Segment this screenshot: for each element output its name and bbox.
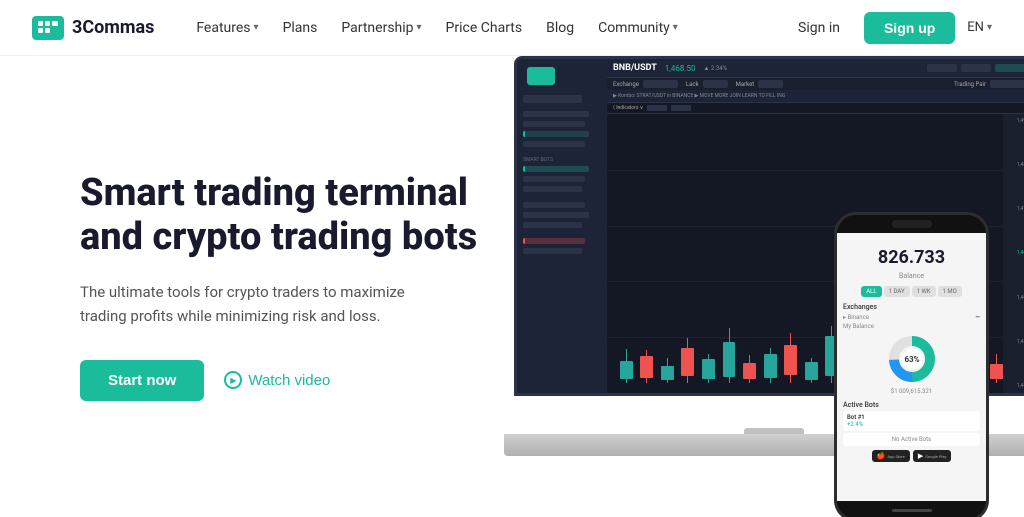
sign-up-button[interactable]: Sign up — [864, 12, 955, 44]
hero-devices: SMART BOTS — [464, 56, 1024, 517]
navbar: 3Commas Features ▾ Plans Partnership ▾ P… — [0, 0, 1024, 56]
sign-in-button[interactable]: Sign in — [786, 14, 852, 42]
hero-subtitle: The ultimate tools for crypto traders to… — [80, 280, 440, 328]
chart-indicators: ⟨ Indicators ∨ — [607, 103, 1024, 114]
chevron-down-icon: ▾ — [254, 22, 259, 33]
chevron-down-icon: ▾ — [417, 22, 422, 33]
phone-tab-1week[interactable]: 1 WK — [912, 286, 936, 297]
logo[interactable]: 3Commas — [32, 16, 154, 40]
phone-outer: 826.733 Balance ALL 1 DAY 1 WK 1 MO Exch… — [834, 212, 989, 517]
phone-home-indicator — [892, 509, 932, 512]
nav-actions: Sign in Sign up EN ▾ — [786, 12, 992, 44]
watch-video-button[interactable]: ▶ Watch video — [224, 371, 330, 389]
phone-tab-all[interactable]: ALL — [861, 286, 881, 297]
phone-mockup: 826.733 Balance ALL 1 DAY 1 WK 1 MO Exch… — [834, 212, 989, 517]
nav-links: Features ▾ Plans Partnership ▾ Price Cha… — [186, 14, 786, 42]
phone-screen: 826.733 Balance ALL 1 DAY 1 WK 1 MO Exch… — [837, 233, 986, 501]
hero-title: Smart trading terminal and crypto tradin… — [80, 172, 500, 259]
language-selector[interactable]: EN ▾ — [967, 20, 992, 35]
nav-item-partnership[interactable]: Partnership ▾ — [331, 14, 431, 42]
hero-content: Smart trading terminal and crypto tradin… — [80, 172, 500, 400]
phone-exchanges-title: Exchanges — [843, 303, 980, 311]
phone-bot-row-2: No Active Bots — [843, 433, 980, 446]
phone-donut-chart: 63% — [887, 334, 937, 384]
nav-item-community[interactable]: Community ▾ — [588, 14, 688, 42]
phone-bot-row-1: Bot #1 +2.4% — [843, 411, 980, 431]
nav-item-features[interactable]: Features ▾ — [186, 14, 268, 42]
phone-balance: 826.733 — [843, 239, 980, 272]
chevron-down-icon: ▾ — [987, 22, 992, 33]
price-axis: 1,490 1,480 1,470 1,468 1,460 1,450 1,44… — [1003, 114, 1024, 393]
logo-icon — [32, 16, 64, 40]
phone-bottom-bar — [837, 501, 986, 517]
phone-balance-sub: Balance — [843, 272, 980, 280]
current-price: 1,468.50 — [665, 64, 696, 73]
phone-active-bots-title: Active Bots — [843, 401, 980, 409]
phone-exchange-row: ▸ Binance — — [843, 314, 980, 321]
hero-section: Smart trading terminal and crypto tradin… — [0, 56, 1024, 517]
phone-my-balance-row: My Balance — [843, 323, 980, 330]
phone-tabs: ALL 1 DAY 1 WK 1 MO — [843, 286, 980, 297]
svg-text:63%: 63% — [904, 355, 919, 364]
phone-notch-pill — [892, 220, 932, 228]
screen-logo-icon — [527, 67, 555, 85]
no-active-bots: No Active Bots — [847, 436, 976, 443]
logo-text: 3Commas — [72, 17, 154, 38]
chevron-down-icon: ▾ — [673, 22, 678, 33]
app-store-badges: 🍎 App Store ▶ Google Play — [843, 450, 980, 462]
phone-tab-1day[interactable]: 1 DAY — [884, 286, 910, 297]
nav-item-price-charts[interactable]: Price Charts — [436, 14, 533, 42]
screen-header: BNB/USDT 1,468.50 ▲ 2.34% — [607, 59, 1024, 78]
chart-annotation-bar: ▶ Kombo: STRAT/USDT in BINANCE ▶ MOVE MO… — [607, 90, 1024, 103]
hero-cta: Start now ▶ Watch video — [80, 360, 500, 401]
balance-amount: $1 009,615.321 — [843, 388, 980, 395]
trading-pair: BNB/USDT — [613, 63, 657, 73]
phone-notch — [837, 215, 986, 233]
screen-toolbar: Exchange Lack Market Trading Pair — [607, 78, 1024, 90]
start-now-button[interactable]: Start now — [80, 360, 204, 401]
nav-item-blog[interactable]: Blog — [536, 14, 584, 42]
playstore-badge[interactable]: ▶ Google Play — [913, 450, 952, 462]
play-icon: ▶ — [224, 371, 242, 389]
appstore-badge[interactable]: 🍎 App Store — [872, 450, 910, 462]
phone-tab-1month[interactable]: 1 MO — [938, 286, 962, 297]
screen-sidebar: SMART BOTS — [517, 59, 607, 393]
nav-item-plans[interactable]: Plans — [273, 14, 328, 42]
